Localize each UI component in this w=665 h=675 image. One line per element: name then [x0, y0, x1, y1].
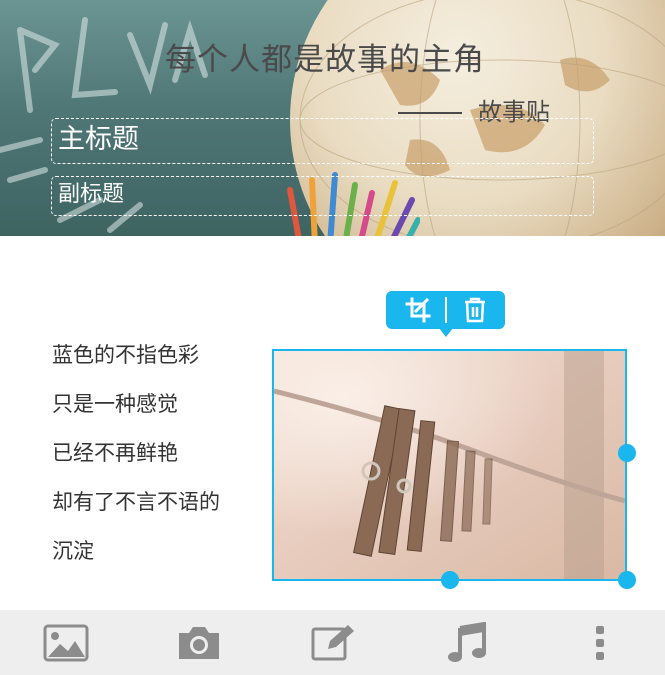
title-input[interactable]: 主标题 — [51, 118, 594, 164]
camera-icon — [179, 627, 219, 659]
brand-dash — [398, 112, 462, 114]
header-banner: 每个人都是故事的主角 故事贴 主标题 副标题 — [0, 0, 665, 236]
poem-line: 蓝色的不指色彩 — [52, 343, 199, 367]
trash-icon — [465, 297, 485, 323]
crop-icon — [405, 297, 431, 323]
poem-line: 只是一种感觉 — [52, 392, 178, 416]
music-icon — [448, 622, 486, 662]
edit-icon — [311, 625, 354, 661]
poem-line: 却有了不言不语的 — [52, 490, 220, 514]
clothespins-image — [274, 351, 625, 579]
image-action-popup — [386, 291, 505, 337]
camera-button[interactable] — [174, 620, 224, 666]
resize-handle-bottom[interactable] — [441, 571, 459, 589]
music-button[interactable] — [441, 620, 491, 666]
story-text-block[interactable]: 蓝色的不指色彩 只是一种感觉 已经不再鲜艳 却有了不言不语的 沉淀 — [52, 338, 220, 583]
image-icon — [43, 624, 89, 662]
edit-text-button[interactable] — [308, 620, 358, 666]
delete-button[interactable] — [455, 295, 495, 325]
poem-line: 沉淀 — [52, 539, 94, 563]
resize-handle-right[interactable] — [618, 444, 636, 462]
more-options-button[interactable] — [575, 620, 625, 666]
poem-line: 已经不再鲜艳 — [52, 441, 178, 465]
popup-divider — [445, 297, 447, 323]
subtitle-input[interactable]: 副标题 — [51, 176, 594, 216]
bottom-toolbar — [0, 610, 665, 675]
selected-photo[interactable] — [272, 349, 627, 581]
insert-image-button[interactable] — [41, 620, 91, 666]
banner-slogan: 每个人都是故事的主角 — [165, 42, 485, 78]
popup-pointer — [439, 328, 453, 337]
resize-handle-corner[interactable] — [618, 571, 636, 589]
crop-button[interactable] — [398, 295, 438, 325]
more-vertical-icon — [596, 626, 604, 660]
